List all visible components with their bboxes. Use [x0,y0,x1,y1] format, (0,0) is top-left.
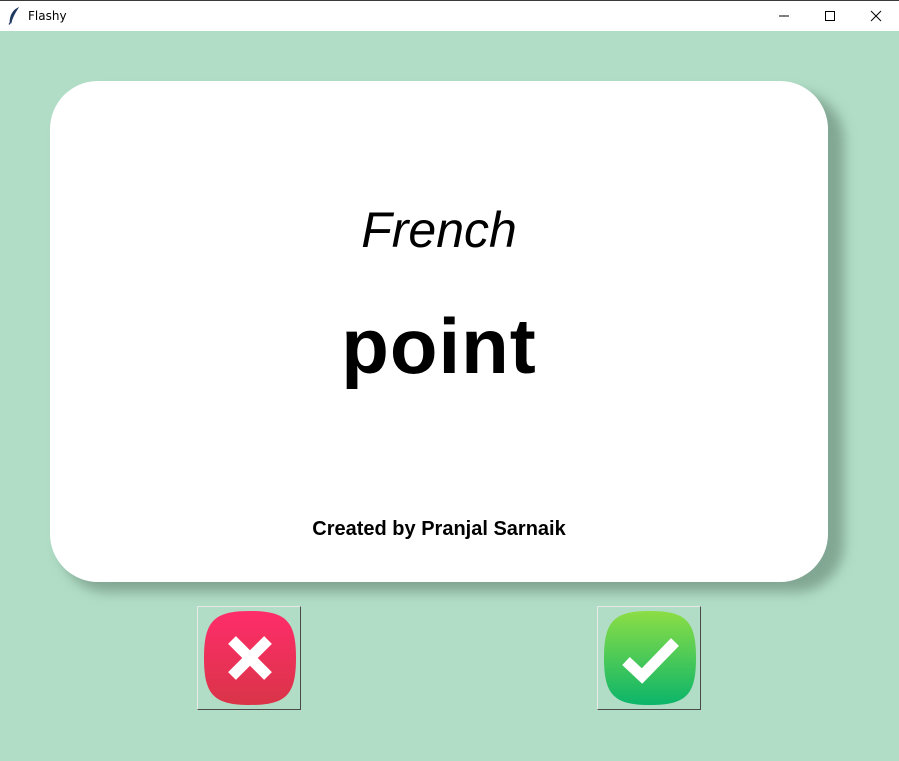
window-title: Flashy [28,9,67,23]
main-canvas: French point Created by Pranjal Sarnaik [0,31,899,761]
card-word: point [341,302,537,390]
maximize-icon [825,11,835,21]
wrong-button[interactable] [197,606,301,710]
card-language: French [361,202,517,258]
maximize-button[interactable] [807,1,853,31]
minimize-icon [779,15,789,17]
card-credit: Created by Pranjal Sarnaik [312,518,566,540]
close-icon [870,10,882,22]
title-bar: Flashy [0,0,899,31]
right-button[interactable] [597,606,701,710]
flash-card: French point Created by Pranjal Sarnaik [50,81,828,582]
minimize-button[interactable] [761,1,807,31]
check-icon [604,611,696,705]
feather-icon [7,6,21,25]
close-button[interactable] [853,1,899,31]
cross-icon [204,611,296,705]
